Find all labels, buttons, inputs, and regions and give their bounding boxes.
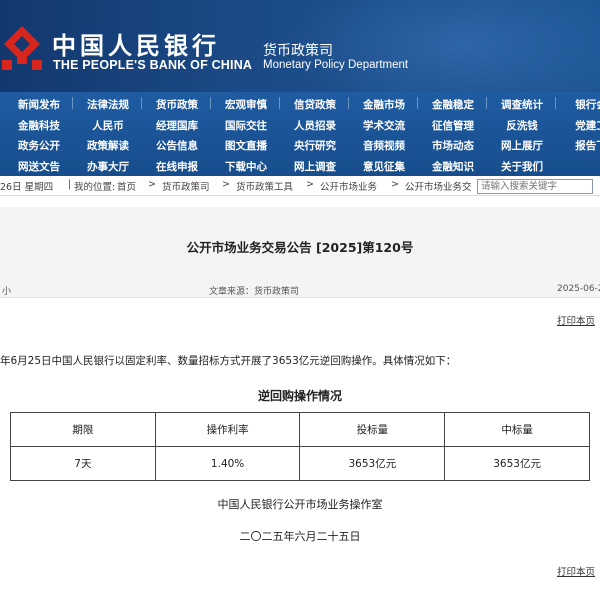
nav-item-online-survey[interactable]: 网上调查	[284, 159, 346, 174]
article-content: 公开市场业务交易公告 [2025]第120号 小 文章来源：货币政策司 2025…	[0, 197, 600, 600]
nav-item-opinion-collection[interactable]: 意见征集	[353, 159, 415, 174]
nav-item-news[interactable]: 新闻发布	[8, 97, 70, 112]
nav-item-announcements[interactable]: 公告信息	[146, 138, 208, 153]
nav-item-service-hall[interactable]: 办事大厅	[77, 159, 139, 174]
nav-item-rmb[interactable]: 人民币	[77, 118, 139, 133]
breadcrumb-date: 26日 星期四	[0, 182, 54, 193]
nav-separator	[141, 97, 142, 109]
department-name-cn: 货币政策司	[263, 43, 333, 59]
print-page-link[interactable]: 打印本页	[557, 313, 595, 327]
table-row: 7天 1.40% 3653亿元 3653亿元	[10, 446, 590, 481]
nav-item-financial-stability[interactable]: 金融稳定	[422, 97, 484, 112]
table-caption: 逆回购操作情况	[257, 389, 342, 403]
site-header: 中国人民银行 THE PEOPLE'S BANK OF CHINA 货币政策司 …	[0, 0, 600, 92]
breadcrumb-item-tools[interactable]: 货币政策工具	[236, 179, 293, 193]
breadcrumb-divider: |	[68, 179, 72, 190]
nav-separator	[279, 97, 280, 109]
table-cell: 7天	[10, 446, 156, 481]
nav-item-research[interactable]: 央行研究	[284, 138, 346, 153]
nav-separator	[348, 97, 349, 109]
breadcrumb-separator: >	[222, 179, 230, 190]
main-nav: 新闻发布 法律法规 货币政策 宏观审慎 信贷政策 金融市场 金融稳定 调查统计 …	[0, 92, 600, 176]
nav-item-online-filing[interactable]: 在线申报	[146, 159, 208, 174]
breadcrumb-separator: >	[391, 179, 399, 190]
breadcrumb-home[interactable]: 首页	[117, 179, 136, 193]
nav-item-laws[interactable]: 法律法规	[77, 97, 139, 112]
nav-item-recruitment[interactable]: 人员招录	[284, 118, 346, 133]
breadcrumb-location-label: 我的位置:	[74, 182, 116, 193]
breadcrumb-item-department[interactable]: 货币政策司	[162, 179, 210, 193]
table-cell: 3653亿元	[444, 446, 590, 481]
signature-org: 中国人民银行公开市场业务操作室	[217, 498, 383, 511]
breadcrumb-separator: >	[148, 179, 156, 190]
nav-row-1: 新闻发布 法律法规 货币政策 宏观审慎 信贷政策 金融市场 金融稳定 调查统计 …	[0, 94, 600, 114]
nav-item-accounting[interactable]: 银行会	[560, 97, 600, 112]
table-header-cell: 投标量	[299, 412, 446, 447]
department-name-en: Monetary Policy Department	[263, 59, 409, 71]
breadcrumb-item-current[interactable]: 公开市场业务交	[405, 179, 472, 193]
pboc-emblem-icon[interactable]	[0, 22, 46, 72]
table-header-row: 期限 操作利率 投标量 中标量	[10, 412, 590, 447]
breadcrumb-separator: >	[306, 179, 314, 190]
article-paragraph: 年6月25日中国人民银行以固定利率、数量招标方式开展了3653亿元逆回购操作。具…	[0, 355, 457, 367]
nav-item-documents[interactable]: 网送文告	[8, 159, 70, 174]
nav-item-fintech[interactable]: 金融科技	[8, 118, 70, 133]
nav-item-credit-policy[interactable]: 信贷政策	[284, 97, 346, 112]
nav-item-international[interactable]: 国际交往	[215, 118, 277, 133]
nav-item-reports[interactable]: 报告下	[560, 138, 600, 153]
nav-separator	[555, 97, 556, 109]
nav-item-statistics[interactable]: 调查统计	[491, 97, 553, 112]
print-page-link-bottom[interactable]: 打印本页	[557, 564, 595, 578]
search-input[interactable]	[477, 179, 593, 194]
bank-name-cn[interactable]: 中国人民银行	[52, 26, 220, 61]
nav-item-monetary-policy[interactable]: 货币政策	[146, 97, 208, 112]
nav-item-government-affairs[interactable]: 政务公开	[8, 138, 70, 153]
nav-row-4: 网送文告 办事大厅 在线申报 下载中心 网上调查 意见征集 金融知识 关于我们	[0, 156, 600, 176]
nav-item-policy-interpretation[interactable]: 政策解读	[77, 138, 139, 153]
bank-name-en[interactable]: THE PEOPLE'S BANK OF CHINA	[53, 58, 252, 72]
article-date: 2025-06-2	[557, 284, 600, 294]
table-header-cell: 操作利率	[154, 412, 301, 447]
nav-separator	[486, 97, 487, 109]
font-size-toggle[interactable]: 小	[2, 284, 11, 297]
nav-item-about-us[interactable]: 关于我们	[491, 159, 553, 174]
nav-row-3: 政务公开 政策解读 公告信息 图文直播 央行研究 音频视频 市场动态 网上展厅 …	[0, 135, 600, 155]
table-header-cell: 中标量	[444, 412, 590, 447]
nav-item-audio-video[interactable]: 音频视频	[353, 138, 415, 153]
nav-item-market-news[interactable]: 市场动态	[422, 138, 484, 153]
nav-item-academic[interactable]: 学术交流	[353, 118, 415, 133]
table-cell: 3653亿元	[299, 446, 446, 481]
article-source: 文章来源：货币政策司	[209, 287, 300, 297]
nav-item-anti-money-laundering[interactable]: 反洗钱	[491, 118, 553, 133]
nav-item-financial-knowledge[interactable]: 金融知识	[422, 159, 484, 174]
nav-separator	[210, 97, 211, 109]
nav-row-2: 金融科技 人民币 经理国库 国际交往 人员招录 学术交流 征信管理 反洗钱 党建…	[0, 115, 600, 135]
nav-item-treasury[interactable]: 经理国库	[146, 118, 208, 133]
nav-separator	[417, 97, 418, 109]
breadcrumb-item-omo[interactable]: 公开市场业务	[320, 179, 377, 193]
nav-separator	[72, 97, 73, 109]
table-cell: 1.40%	[154, 446, 301, 481]
article-title: 公开市场业务交易公告 [2025]第120号	[186, 240, 414, 255]
nav-item-credit-reporting[interactable]: 征信管理	[422, 118, 484, 133]
signature-date: 二〇二五年六月二十五日	[239, 530, 361, 543]
header-divider	[0, 297, 600, 298]
nav-item-live-broadcast[interactable]: 图文直播	[215, 138, 277, 153]
nav-item-financial-market[interactable]: 金融市场	[353, 97, 415, 112]
operations-table: 期限 操作利率 投标量 中标量 7天 1.40% 3653亿元 3653亿元	[10, 412, 590, 481]
nav-item-party-building[interactable]: 党建工	[560, 118, 600, 133]
nav-item-macroprudential[interactable]: 宏观审慎	[215, 97, 277, 112]
table-header-cell: 期限	[10, 412, 156, 447]
nav-item-downloads[interactable]: 下载中心	[215, 159, 277, 174]
nav-item-online-exhibition[interactable]: 网上展厅	[491, 138, 553, 153]
